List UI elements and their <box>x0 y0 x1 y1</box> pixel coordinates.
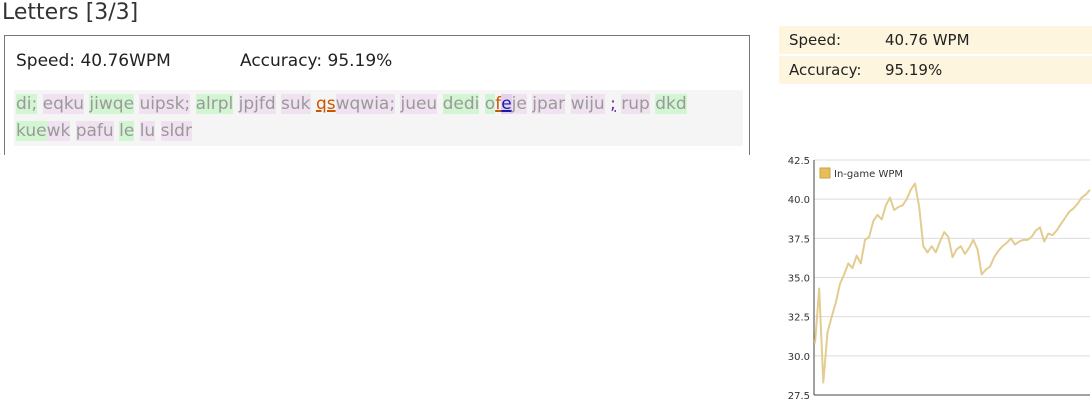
text-segment-slow: rup <box>621 94 650 114</box>
text-segment-slow: jpjfd <box>238 94 276 114</box>
summary-accuracy-label: Accuracy: <box>789 61 862 79</box>
summary-speed-value: 40.76 WPM <box>885 31 970 49</box>
wpm-chart: 42.5 40.0 37.5 35.0 32.5 30.0 27.5 In-game WPM <box>754 150 1092 407</box>
y-tick-label: 32.5 <box>788 313 810 324</box>
text-segment-slow: wqwia; <box>335 94 396 114</box>
text-segment-plain <box>37 94 42 114</box>
y-tick-label: 40.0 <box>788 195 810 206</box>
text-segment-ok: dkd <box>655 94 687 114</box>
speed-value: 40.76WPM <box>80 51 171 71</box>
text-segment-slow: sldr <box>160 121 192 141</box>
text-segment-cursor: e <box>501 94 512 114</box>
y-tick-label: 37.5 <box>788 234 810 245</box>
text-segment-ok: o <box>484 94 496 114</box>
y-tick-label: 42.5 <box>788 156 810 167</box>
text-segment-slow: jpar <box>532 94 566 114</box>
text-segment-ok: di; <box>16 94 38 114</box>
text-segment-err_alt: ; <box>610 94 616 114</box>
result-panel: Speed: 40.76WPM Accuracy: 95.19% di; eqk… <box>4 35 750 155</box>
series-line-in-game-wpm <box>814 182 1091 384</box>
text-segment-slow: lu <box>139 121 156 141</box>
text-segment-plain <box>437 94 442 114</box>
text-segment-plain <box>134 121 139 141</box>
text-segment-slow: suk <box>281 94 311 114</box>
summary-accuracy-value: 95.19% <box>885 61 943 79</box>
text-segment-slow: wk <box>46 121 71 141</box>
text-segment-slow: jueu <box>400 94 438 114</box>
text-segment-plain <box>479 94 484 114</box>
text-segment-plain <box>565 94 570 114</box>
text-segment-slow: wiju <box>570 94 605 114</box>
accuracy-stat: Accuracy: 95.19% <box>240 51 392 71</box>
text-segment-plain <box>190 94 195 114</box>
text-segment-plain <box>233 94 238 114</box>
summary-row-accuracy: Accuracy: 95.19% <box>779 54 1092 84</box>
accuracy-label: Accuracy: <box>240 51 323 71</box>
text-segment-slow: eqku <box>42 94 85 114</box>
y-tick-label: 30.0 <box>788 352 810 363</box>
accuracy-value: 95.19% <box>327 51 393 71</box>
text-segment-plain <box>70 121 75 141</box>
legend-swatch <box>819 167 831 179</box>
text-segment-slow: uipsk; <box>139 94 191 114</box>
summary-table: Speed: 40.76 WPM Accuracy: 95.19% <box>779 26 1092 84</box>
text-segment-ok: dedi <box>442 94 480 114</box>
y-tick-label: 35.0 <box>788 274 810 285</box>
page-title: Letters [3/3] <box>2 0 139 25</box>
legend-label: In-game WPM <box>834 169 903 180</box>
summary-row-speed: Speed: 40.76 WPM <box>779 26 1092 54</box>
text-segment-slow: pafu <box>75 121 114 141</box>
chart-legend: In-game WPM <box>819 167 903 180</box>
text-segment-ok: jiwqe <box>89 94 135 114</box>
summary-speed-label: Speed: <box>789 31 842 49</box>
text-segment-ok: kue <box>16 121 47 141</box>
wpm-chart-svg: 42.5 40.0 37.5 35.0 32.5 30.0 27.5 In-game WPM <box>788 156 1091 402</box>
typed-text-area: di; eqku jiwqe uipsk; alrpl jpjfd suk qs… <box>14 90 743 146</box>
y-tick-label: 27.5 <box>788 391 810 402</box>
speed-label: Speed: <box>16 51 76 71</box>
text-segment-ok: le <box>119 121 135 141</box>
text-segment-err: qs <box>315 94 336 114</box>
text-segment-slow: je <box>511 94 527 114</box>
text-segment-ok: alrpl <box>195 94 234 114</box>
text-segment-plain <box>155 121 160 141</box>
speed-stat: Speed: 40.76WPM <box>16 51 171 71</box>
